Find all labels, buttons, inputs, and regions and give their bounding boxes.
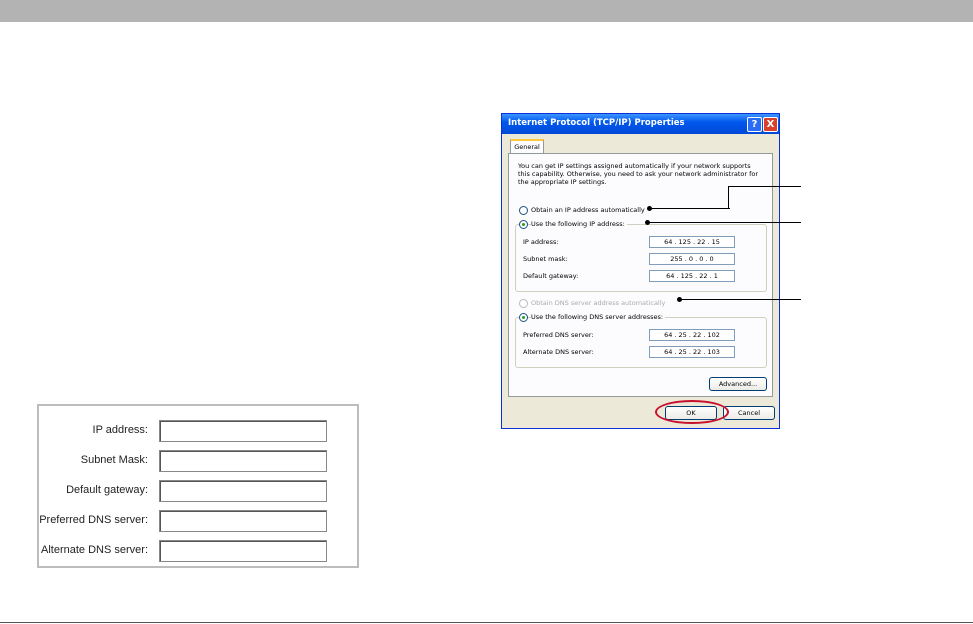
alternate-dns-input[interactable]: 64 . 25 . 22 . 103 bbox=[649, 346, 735, 358]
default-gateway-input[interactable]: 64 . 125 . 22 . 1 bbox=[649, 270, 735, 282]
callout-line-ip-auto-v bbox=[728, 197, 729, 209]
dialog-description: You can get IP settings assigned automat… bbox=[518, 162, 759, 186]
callout-line-ip-auto-h bbox=[650, 208, 730, 209]
default-gateway-field[interactable] bbox=[159, 480, 327, 502]
subnet-mask-dlg-label: Subnet mask: bbox=[523, 255, 568, 263]
preferred-dns-dlg-label: Preferred DNS server: bbox=[523, 331, 594, 339]
tab-general[interactable]: General bbox=[510, 139, 544, 154]
alternate-dns-label: Alternate DNS server: bbox=[41, 544, 148, 556]
help-button[interactable]: ? bbox=[747, 117, 762, 132]
preferred-dns-label: Preferred DNS server: bbox=[39, 514, 148, 526]
form-row-preferred-dns: Preferred DNS server: bbox=[39, 508, 357, 534]
bottom-rule bbox=[0, 622, 973, 623]
ip-address-field[interactable] bbox=[159, 420, 327, 442]
ip-address-label: IP address: bbox=[92, 424, 148, 436]
preferred-dns-field[interactable] bbox=[159, 510, 327, 532]
advanced-button[interactable]: Advanced... bbox=[709, 377, 767, 391]
default-gateway-dlg-label: Default gateway: bbox=[523, 272, 579, 280]
subnet-mask-input[interactable]: 255 . 0 . 0 . 0 bbox=[649, 253, 735, 265]
form-row-subnet-mask: Subnet Mask: bbox=[39, 448, 357, 474]
close-button[interactable]: X bbox=[763, 117, 778, 132]
tcpip-settings-form: IP address: Subnet Mask: Default gateway… bbox=[37, 404, 359, 568]
alternate-dns-field[interactable] bbox=[159, 540, 327, 562]
ip-auto-label[interactable]: Obtain an IP address automatically bbox=[531, 206, 645, 214]
form-row-ip-address: IP address: bbox=[39, 418, 357, 444]
dns-manual-radio[interactable] bbox=[519, 313, 528, 322]
callout-line-dns bbox=[680, 299, 801, 300]
form-row-default-gateway: Default gateway: bbox=[39, 478, 357, 504]
callout-line-ip-manual bbox=[648, 222, 801, 223]
dns-manual-label[interactable]: Use the following DNS server addresses: bbox=[531, 313, 666, 321]
ip-address-dlg-label: IP address: bbox=[523, 238, 559, 246]
dialog-titlebar[interactable]: Internet Protocol (TCP/IP) Properties ? … bbox=[502, 114, 779, 134]
cancel-button[interactable]: Cancel bbox=[723, 406, 775, 420]
ip-auto-radio[interactable] bbox=[519, 206, 528, 215]
dns-auto-label[interactable]: Obtain DNS server address automatically bbox=[531, 299, 665, 307]
ip-manual-label[interactable]: Use the following IP address: bbox=[531, 220, 627, 228]
tcpip-properties-dialog: Internet Protocol (TCP/IP) Properties ? … bbox=[501, 113, 780, 429]
dns-auto-radio[interactable] bbox=[519, 299, 528, 308]
subnet-mask-field[interactable] bbox=[159, 450, 327, 472]
subnet-mask-label: Subnet Mask: bbox=[80, 454, 148, 466]
callout-line-ip-auto-riser bbox=[728, 186, 729, 198]
ok-highlight-circle bbox=[655, 400, 729, 424]
dialog-title: Internet Protocol (TCP/IP) Properties bbox=[508, 118, 685, 128]
alternate-dns-dlg-label: Alternate DNS server: bbox=[523, 348, 594, 356]
callout-line-ip-auto-end bbox=[728, 186, 801, 187]
ip-address-input[interactable]: 64 . 125 . 22 . 15 bbox=[649, 236, 735, 248]
general-tab-panel: You can get IP settings assigned automat… bbox=[508, 153, 773, 397]
form-row-alternate-dns: Alternate DNS server: bbox=[39, 538, 357, 564]
ip-manual-radio[interactable] bbox=[519, 220, 528, 229]
preferred-dns-input[interactable]: 64 . 25 . 22 . 102 bbox=[649, 329, 735, 341]
top-banner-bar bbox=[0, 0, 973, 22]
default-gateway-label: Default gateway: bbox=[66, 484, 148, 496]
dns-settings-group bbox=[515, 317, 767, 368]
